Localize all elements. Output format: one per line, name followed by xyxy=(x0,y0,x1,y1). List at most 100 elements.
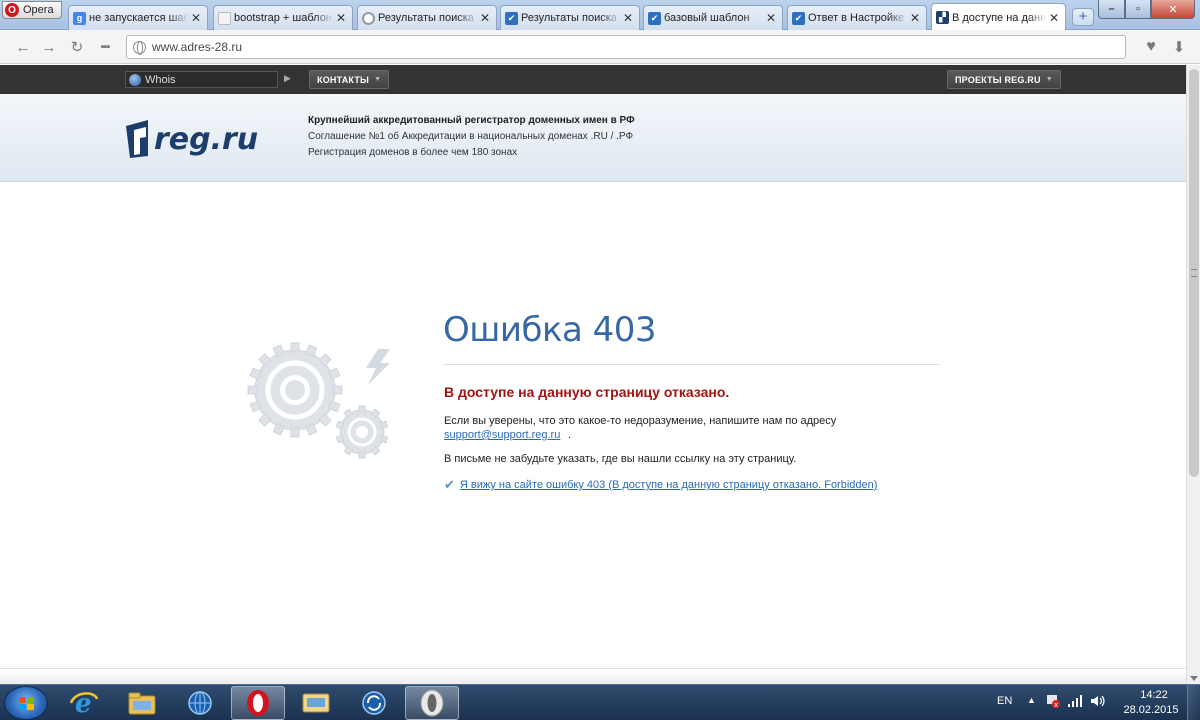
tab-close-icon[interactable]: ✕ xyxy=(621,11,635,25)
mail-icon xyxy=(302,693,330,713)
opera-logo-icon: O xyxy=(5,3,19,17)
scroll-down-arrow-icon[interactable] xyxy=(1190,676,1198,681)
whois-label: Whois xyxy=(145,73,176,86)
address-bar-url: www.adres-28.ru xyxy=(152,40,243,54)
contacts-menu-label: КОНТАКТЫ xyxy=(317,74,370,85)
browser-tab-1[interactable]: gне запускается шаблон✕ xyxy=(68,5,208,30)
clock-date[interactable]: 28.02.2015 xyxy=(1121,704,1181,716)
tab-title: Результаты поиска xyxy=(521,12,617,24)
tab-close-icon[interactable]: ✕ xyxy=(478,11,492,25)
tab-close-icon[interactable]: ✕ xyxy=(764,11,778,25)
reload-icon[interactable]: ↻ xyxy=(68,38,86,56)
network-signal-icon[interactable] xyxy=(1067,694,1083,708)
scrollbar-grip-icon xyxy=(1191,269,1197,277)
globe-icon xyxy=(129,73,141,86)
clock-time[interactable]: 14:22 xyxy=(1130,689,1178,701)
new-tab-button[interactable]: + xyxy=(1072,8,1094,26)
header-tagline-zones: Регистрация доменов в более чем 180 зона… xyxy=(308,147,518,158)
email-suffix: . xyxy=(568,429,572,441)
report-error-row: ✔ Я вижу на сайте ошибку 403 (В доступе … xyxy=(444,477,877,493)
taskbar-explorer-button[interactable] xyxy=(115,686,169,720)
whois-search-input[interactable]: Whois xyxy=(125,71,278,88)
loading-icon xyxy=(362,11,375,25)
browser-tab-3[interactable]: Результаты поиска ✕ xyxy=(357,5,497,30)
error-hint-text: В письме не забудьте указать, где вы наш… xyxy=(444,453,797,465)
svg-text:x: x xyxy=(1054,701,1058,708)
contacts-menu-button[interactable]: КОНТАКТЫ ▼ xyxy=(309,70,390,89)
browser-tab-4[interactable]: ✔ Результаты поиска ✕ xyxy=(500,5,640,30)
taskbar-ie-button[interactable]: e xyxy=(57,686,111,720)
regru-header: reg.ru Крупнейший аккредитованный регист… xyxy=(0,94,1186,182)
browser-tab-6[interactable]: ✔ Ответ в Настройке ✕ xyxy=(787,5,927,30)
taskbar-network-button[interactable] xyxy=(173,686,227,720)
browser-toolbar: ← → ↻ ▪▪▪ www.adres-28.ru ♥ ⬇ xyxy=(0,30,1200,64)
report-error-link[interactable]: Я вижу на сайте ошибку 403 (В доступе на… xyxy=(460,479,878,491)
page-footer-edge xyxy=(0,668,1186,684)
regru-top-bar: Whois ▶ КОНТАКТЫ ▼ ПРОЕКТЫ REG.RU ▼ xyxy=(0,65,1186,94)
logo-text: reg.ru xyxy=(154,122,258,157)
opera-icon xyxy=(247,690,269,716)
header-tagline-title: Крупнейший аккредитованный регистратор д… xyxy=(308,115,635,126)
system-tray: x xyxy=(1046,694,1106,708)
ie-icon: e xyxy=(69,689,99,717)
downloads-icon[interactable]: ⬇ xyxy=(1170,38,1188,56)
checkmark-icon: ✔ xyxy=(444,477,455,492)
taskbar-sync-button[interactable] xyxy=(347,686,401,720)
browser-tab-7[interactable]: ▞В доступе на данную✕ xyxy=(931,3,1066,31)
tab-close-icon[interactable]: ✕ xyxy=(1047,11,1061,25)
sync-icon xyxy=(362,691,386,715)
tab-title: В доступе на данную xyxy=(952,11,1047,24)
heart-bookmark-icon[interactable]: ♥ xyxy=(1142,38,1160,56)
projects-menu-label: ПРОЕКТЫ REG.RU xyxy=(955,74,1041,85)
tab-close-icon[interactable]: ✕ xyxy=(908,11,922,25)
chevron-down-icon: ▼ xyxy=(374,76,382,83)
explorer-icon xyxy=(128,692,156,715)
window-maximize-button[interactable]: ▫ xyxy=(1125,0,1151,19)
window-minimize-button[interactable]: – xyxy=(1098,0,1125,19)
address-bar[interactable]: www.adres-28.ru xyxy=(126,35,1126,59)
flag-alert-icon[interactable]: x xyxy=(1046,694,1060,708)
taskbar-opera-button[interactable] xyxy=(231,686,285,720)
site-info-icon[interactable] xyxy=(133,40,146,55)
stackoverflow-check-icon: ✔ xyxy=(648,11,661,25)
support-email-link[interactable]: support@support.reg.ru xyxy=(444,429,560,441)
speed-dial-icon[interactable]: ▪▪▪ xyxy=(96,38,114,56)
network-globe-icon xyxy=(188,691,212,715)
windows-logo-icon xyxy=(19,697,35,711)
error-title: Ошибка 403 xyxy=(443,310,657,350)
tab-close-icon[interactable]: ✕ xyxy=(189,11,203,25)
taskbar-mail-button[interactable] xyxy=(289,686,343,720)
opera-menu-button[interactable]: O Opera xyxy=(2,1,62,19)
start-button[interactable] xyxy=(4,686,48,720)
whois-submit-arrow-icon[interactable]: ▶ xyxy=(284,73,291,84)
browser-tab-5[interactable]: ✔ базовый шаблон ✕ xyxy=(643,5,783,30)
projects-menu-button[interactable]: ПРОЕКТЫ REG.RU ▼ xyxy=(947,70,1061,89)
back-arrow-icon[interactable]: ← xyxy=(14,38,32,56)
google-icon: g xyxy=(73,11,86,25)
opera-menu-label: Opera xyxy=(23,4,54,16)
access-denied-heading: В доступе на данную страницу отказано. xyxy=(444,384,730,400)
window-close-button[interactable]: ✕ xyxy=(1151,0,1195,19)
regru-icon: ▞ xyxy=(936,11,949,24)
volume-icon[interactable] xyxy=(1090,694,1106,708)
regru-logo[interactable]: reg.ru xyxy=(124,116,284,160)
tray-overflow-arrow-icon[interactable]: ▲ xyxy=(1027,695,1036,705)
windows-taskbar: e EN ▲ x 14:22 28.02.2015 xyxy=(0,684,1200,720)
language-indicator[interactable]: EN xyxy=(997,695,1012,707)
forward-arrow-icon[interactable]: → xyxy=(40,38,58,56)
web-page: Whois ▶ КОНТАКТЫ ▼ ПРОЕКТЫ REG.RU ▼ reg.… xyxy=(0,65,1186,684)
tab-title: базовый шаблон xyxy=(664,12,750,24)
browser-tab-2[interactable]: bootstrap + шаблон ✕ xyxy=(213,5,353,30)
browser-tab-strip: O Opera gне запускается шаблон✕bootstrap… xyxy=(0,0,1200,31)
tab-title: не запускается шаблон xyxy=(89,12,189,24)
tab-close-icon[interactable]: ✕ xyxy=(334,11,348,25)
gears-illustration-icon xyxy=(247,342,390,459)
error-explanation-text: Если вы уверены, что это какое-то недора… xyxy=(444,415,837,427)
taskbar-opera-window-button[interactable] xyxy=(405,686,459,720)
stackoverflow-check-icon: ✔ xyxy=(792,11,805,25)
show-desktop-button[interactable] xyxy=(1187,685,1200,720)
vertical-scrollbar[interactable] xyxy=(1186,65,1200,684)
title-divider xyxy=(443,364,940,365)
tab-title: Результаты поиска xyxy=(378,12,474,24)
header-tagline-accreditation: Соглашение №1 об Аккредитации в национал… xyxy=(308,131,634,142)
